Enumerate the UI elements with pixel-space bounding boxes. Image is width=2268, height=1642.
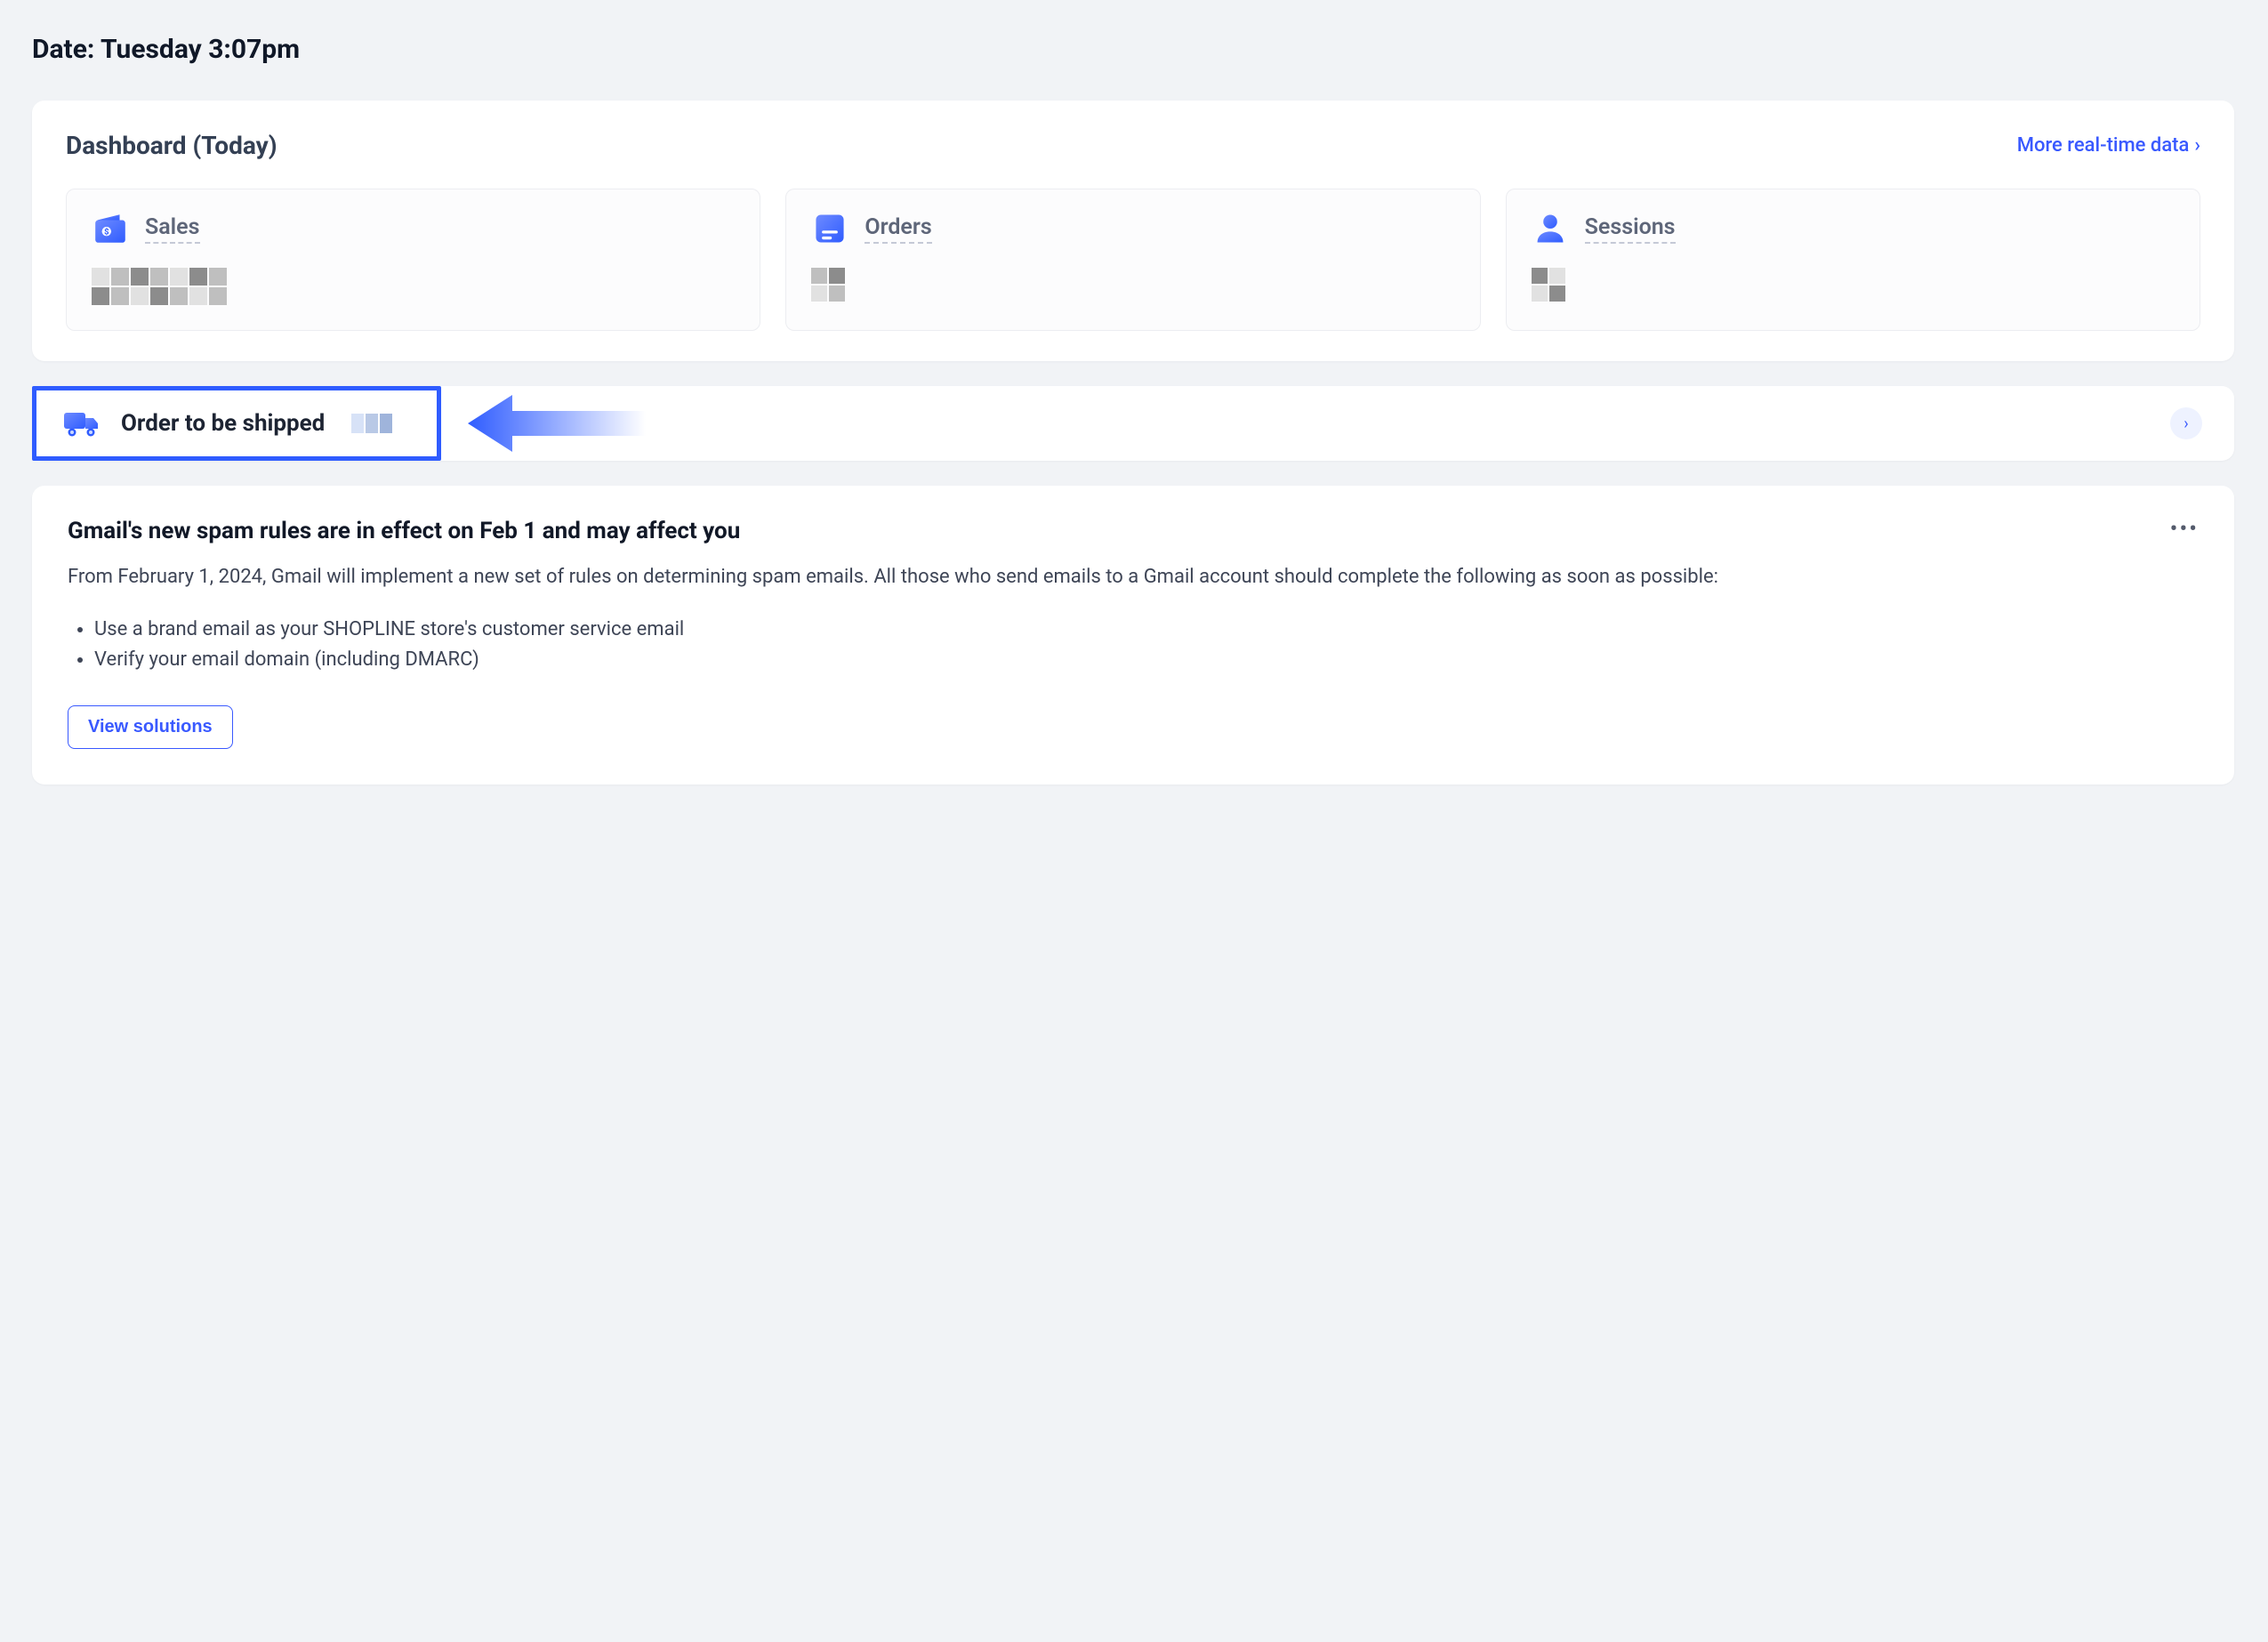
stat-card-sessions[interactable]: Sessions — [1506, 189, 2200, 331]
dashboard-card: Dashboard (Today) More real-time data › … — [32, 101, 2234, 361]
redacted-value — [351, 414, 392, 433]
stat-card-sales[interactable]: $ Sales — [66, 189, 760, 331]
date-heading: Date: Tuesday 3:07pm — [32, 34, 2234, 65]
expand-button[interactable]: › — [2170, 407, 2202, 439]
stat-row: $ Sales Or — [66, 189, 2200, 331]
person-icon — [1532, 211, 1569, 246]
truck-icon — [64, 409, 100, 438]
redacted-value — [92, 268, 735, 305]
stat-label: Sessions — [1585, 214, 1676, 244]
more-realtime-link[interactable]: More real-time data › — [2017, 134, 2200, 157]
ellipsis-icon: ••• — [2170, 516, 2199, 543]
more-options-button[interactable]: ••• — [2170, 518, 2199, 541]
notice-card: Gmail's new spam rules are in effect on … — [32, 486, 2234, 785]
list-item: Use a brand email as your SHOPLINE store… — [94, 615, 2199, 645]
view-solutions-button[interactable]: View solutions — [68, 705, 233, 749]
wallet-icon: $ — [92, 211, 129, 246]
stat-label: Sales — [145, 214, 200, 244]
dashboard-header: Dashboard (Today) More real-time data › — [66, 131, 2200, 160]
order-to-ship-card[interactable]: Order to be shipped › — [32, 386, 2234, 461]
order-icon — [811, 211, 848, 246]
notice-body: From February 1, 2024, Gmail will implem… — [68, 562, 2199, 592]
more-realtime-label: More real-time data — [2017, 134, 2190, 157]
order-to-ship-title: Order to be shipped — [121, 410, 325, 437]
chevron-right-icon: › — [2194, 136, 2200, 156]
notice-list: Use a brand email as your SHOPLINE store… — [68, 615, 2199, 675]
redacted-value — [811, 268, 1454, 302]
stat-card-orders[interactable]: Orders — [785, 189, 1480, 331]
notice-title: Gmail's new spam rules are in effect on … — [68, 518, 740, 544]
list-item: Verify your email domain (including DMAR… — [94, 645, 2199, 675]
annotation-arrow-icon — [468, 391, 646, 455]
chevron-right-icon: › — [2184, 415, 2188, 433]
svg-text:$: $ — [104, 227, 109, 237]
stat-label: Orders — [865, 214, 931, 244]
dashboard-title: Dashboard (Today) — [66, 131, 277, 160]
redacted-value — [1532, 268, 2175, 302]
